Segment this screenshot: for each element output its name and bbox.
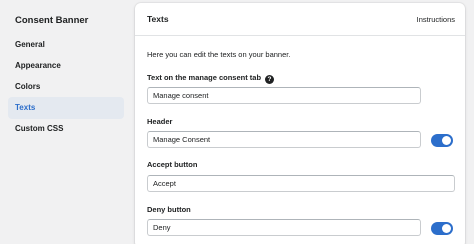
sidebar-item-appearance[interactable]: Appearance — [8, 55, 124, 77]
manage-consent-tab-label: Text on the manage consent tab? — [147, 73, 275, 84]
accept-button-label: Accept button — [147, 160, 198, 169]
deny-button-label: Deny button — [147, 205, 191, 214]
deny-toggle[interactable] — [431, 222, 453, 235]
header-label: Header — [147, 117, 173, 126]
header-toggle[interactable] — [431, 134, 453, 147]
toggle-knob — [442, 136, 451, 145]
sidebar-item-custom-css[interactable]: Custom CSS — [8, 118, 124, 140]
header-divider — [135, 35, 465, 36]
sidebar-item-general[interactable]: General — [8, 34, 124, 56]
sidebar-item-colors[interactable]: Colors — [8, 76, 124, 98]
panel-title: Texts — [147, 14, 169, 24]
sidebar: Consent Banner General Appearance Colors… — [0, 0, 133, 244]
accept-button-input[interactable] — [147, 175, 455, 192]
panel-header: Texts Instructions — [135, 3, 465, 33]
manage-consent-tab-input[interactable] — [147, 87, 421, 104]
deny-button-input[interactable] — [147, 219, 421, 236]
question-circle-icon[interactable]: ? — [265, 75, 275, 84]
instructions-link[interactable]: Instructions — [417, 15, 455, 24]
header-input[interactable] — [147, 131, 421, 148]
sidebar-title: Consent Banner — [15, 15, 89, 26]
sidebar-item-texts[interactable]: Texts — [8, 97, 124, 119]
toggle-knob — [442, 224, 451, 233]
texts-panel: Texts Instructions Here you can edit the… — [135, 3, 465, 244]
manage-consent-tab-label-text: Text on the manage consent tab — [147, 73, 262, 82]
intro-text: Here you can edit the texts on your bann… — [147, 50, 291, 59]
